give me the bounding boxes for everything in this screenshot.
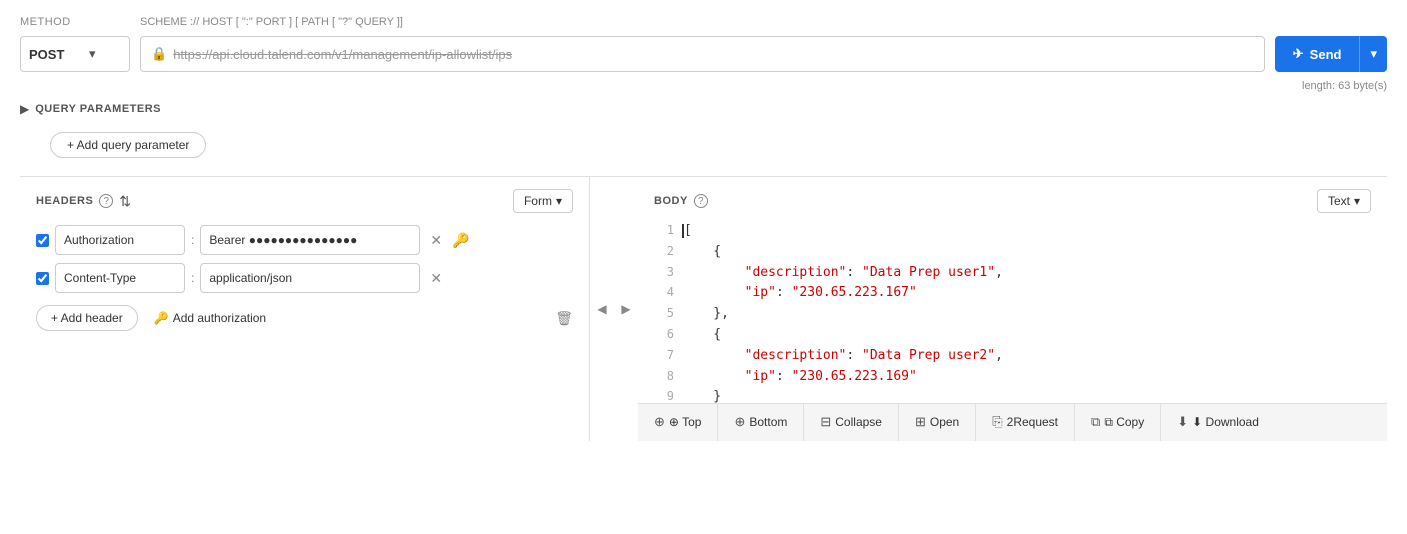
lock-icon: 🔒 — [151, 46, 167, 62]
add-header-label: + Add header — [51, 311, 123, 325]
copy-label: ⧉ Copy — [1104, 415, 1144, 430]
send-button-wrap: ✈ Send ▾ — [1275, 36, 1387, 72]
header-colon-1: : — [191, 233, 194, 247]
header-delete-button-2[interactable]: ✕ — [426, 268, 446, 289]
headers-title: HEADERS — [36, 195, 93, 207]
scheme-label: SCHEME :// HOST [ ":" PORT ] [ PATH [ "?… — [140, 16, 1387, 28]
code-line-1: 1 [ — [654, 221, 1371, 242]
length-info: length: 63 byte(s) — [20, 80, 1387, 92]
header-row: : ✕ — [36, 263, 573, 293]
add-header-button[interactable]: + Add header — [36, 305, 138, 331]
code-line-2: 2 { — [654, 242, 1371, 263]
text-dropdown-button[interactable]: Text ▾ — [1317, 189, 1371, 213]
query-params-row: ▶ QUERY PARAMETERS — [20, 102, 1387, 116]
body-toolbar: ⊕ ⊕ Top ⊕ Bottom ⊟ Collapse ⊞ Open ⎘ 2 — [638, 403, 1387, 441]
code-line-4: 4 "ip": "230.65.223.167" — [654, 283, 1371, 304]
header-delete-button-1[interactable]: ✕ — [426, 230, 446, 251]
download-icon: ⬇ — [1177, 414, 1188, 430]
top-icon: ⊕ — [654, 414, 665, 430]
collapse-icon: ⊟ — [820, 414, 831, 430]
top-button[interactable]: ⊕ ⊕ Top — [638, 404, 718, 441]
header-colon-2: : — [191, 271, 194, 285]
body-info-icon[interactable]: ? — [694, 194, 708, 208]
download-button[interactable]: ⬇ ⬇ Download — [1161, 404, 1275, 441]
download-label: ⬇ Download — [1192, 415, 1259, 429]
bottom-button[interactable]: ⊕ Bottom — [718, 404, 804, 441]
method-select-wrap[interactable]: POST GET PUT DELETE PATCH ▾ — [20, 36, 130, 72]
send-dropdown-button[interactable]: ▾ — [1359, 36, 1387, 72]
top-label: ⊕ Top — [669, 415, 702, 429]
app-container: METHOD SCHEME :// HOST [ ":" PORT ] [ PA… — [0, 0, 1407, 534]
send-button-main[interactable]: ✈ Send — [1275, 36, 1360, 72]
body-pane: BODY ? Text ▾ 1 [ 2 { — [638, 177, 1387, 441]
copy-button[interactable]: ⧉ ⧉ Copy — [1075, 404, 1161, 441]
url-input-wrap: 🔒 — [140, 36, 1265, 72]
headers-sort-icon[interactable]: ⇅ — [119, 193, 131, 210]
main-pane: HEADERS ? ⇅ Form ▾ : ✕ 🔑 — [20, 176, 1387, 441]
query-params-collapse-arrow[interactable]: ▶ — [20, 102, 29, 116]
form-label: Form — [524, 194, 552, 208]
add-auth-label: Add authorization — [173, 311, 266, 325]
add-query-param-label: + Add query parameter — [67, 138, 189, 152]
url-row: POST GET PUT DELETE PATCH ▾ 🔒 ✈ Send ▾ — [20, 36, 1387, 72]
to-request-label: 2Request — [1007, 415, 1058, 429]
body-top: BODY ? Text ▾ — [654, 189, 1371, 213]
headers-top: HEADERS ? ⇅ Form ▾ — [36, 189, 573, 213]
code-line-6: 6 { — [654, 325, 1371, 346]
body-title: BODY — [654, 195, 688, 207]
code-editor[interactable]: 1 [ 2 { 3 "description": "Data Prep user… — [654, 221, 1371, 429]
query-params-label: QUERY PARAMETERS — [35, 103, 161, 115]
send-label: Send — [1310, 47, 1342, 62]
bottom-icon: ⊕ — [734, 414, 745, 430]
header-key-input-1[interactable] — [55, 225, 185, 255]
header-val-input-1[interactable] — [200, 225, 420, 255]
header-checkbox-1[interactable] — [36, 234, 49, 247]
header-row: : ✕ 🔑 — [36, 225, 573, 255]
method-label: METHOD — [20, 16, 130, 28]
method-select[interactable]: POST GET PUT DELETE PATCH — [29, 47, 85, 62]
headers-info-icon[interactable]: ? — [99, 194, 113, 208]
header-key-icon-1[interactable]: 🔑 — [452, 232, 469, 249]
left-pane-arrow[interactable]: ◀ — [590, 177, 614, 441]
body-left: BODY ? — [654, 194, 708, 208]
text-dropdown-arrow: ▾ — [1354, 194, 1360, 208]
to-request-icon: ⎘ — [992, 414, 1002, 430]
form-dropdown-arrow: ▾ — [556, 194, 562, 208]
collapse-button[interactable]: ⊟ Collapse — [804, 404, 899, 441]
bottom-label: Bottom — [749, 415, 787, 429]
open-button[interactable]: ⊞ Open — [899, 404, 976, 441]
form-dropdown-button[interactable]: Form ▾ — [513, 189, 573, 213]
code-line-3: 3 "description": "Data Prep user1", — [654, 263, 1371, 284]
copy-icon: ⧉ — [1091, 414, 1100, 430]
header-key-input-2[interactable] — [55, 263, 185, 293]
send-icon: ✈ — [1293, 46, 1304, 62]
open-icon: ⊞ — [915, 414, 926, 430]
add-query-param-button[interactable]: + Add query parameter — [50, 132, 206, 158]
url-input[interactable] — [173, 47, 1254, 62]
to-request-button[interactable]: ⎘ 2Request — [976, 404, 1075, 441]
code-line-8: 8 "ip": "230.65.223.169" — [654, 367, 1371, 388]
method-dropdown-arrow: ▾ — [89, 46, 96, 62]
header-val-input-2[interactable] — [200, 263, 420, 293]
headers-actions: + Add header 🔑 Add authorization 🗑 — [36, 305, 573, 331]
right-pane-arrow[interactable]: ▶ — [614, 177, 638, 441]
add-authorization-button[interactable]: 🔑 Add authorization — [154, 311, 266, 325]
key-icon: 🔑 — [154, 311, 169, 325]
header-checkbox-2[interactable] — [36, 272, 49, 285]
delete-all-headers-button[interactable]: 🗑 — [555, 310, 573, 327]
headers-pane: HEADERS ? ⇅ Form ▾ : ✕ 🔑 — [20, 177, 590, 441]
code-line-5: 5 }, — [654, 304, 1371, 325]
code-line-7: 7 "description": "Data Prep user2", — [654, 346, 1371, 367]
collapse-label: Collapse — [835, 415, 882, 429]
open-label: Open — [930, 415, 959, 429]
headers-left: HEADERS ? ⇅ — [36, 193, 131, 210]
text-label: Text — [1328, 194, 1350, 208]
